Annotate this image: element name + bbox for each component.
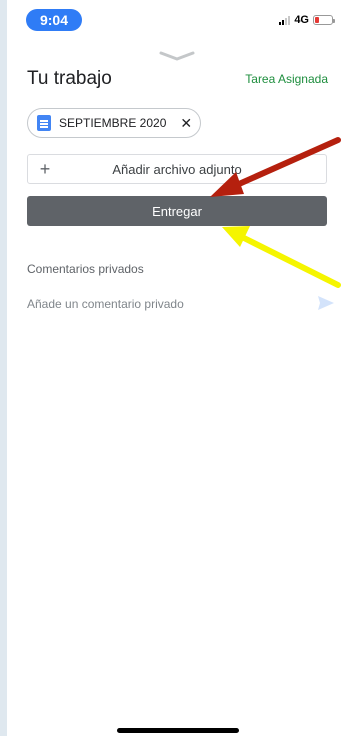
send-icon[interactable]	[317, 295, 335, 311]
add-attachment-label: Añadir archivo adjunto	[112, 161, 242, 177]
network-label: 4G	[294, 14, 309, 26]
page-title: Tu trabajo	[27, 68, 112, 89]
screen: 9:04 4G Tu trabajo Tarea Asignada SEPTIE…	[7, 0, 341, 736]
add-attachment-button[interactable]: + Añadir archivo adjunto	[27, 154, 327, 184]
signal-icon	[279, 15, 291, 25]
status-icons: 4G	[279, 14, 335, 26]
plus-icon: +	[39, 158, 51, 179]
collapse-handle-icon[interactable]	[159, 50, 195, 62]
document-icon	[37, 115, 51, 131]
battery-icon	[313, 15, 335, 25]
remove-attachment-icon[interactable]: ✕	[180, 115, 192, 132]
attachment-chip[interactable]: SEPTIEMBRE 2020 ✕	[27, 108, 201, 138]
private-comments-title: Comentarios privados	[27, 262, 144, 276]
attachment-name: SEPTIEMBRE 2020	[59, 116, 167, 130]
home-indicator	[117, 728, 239, 733]
submit-button[interactable]: Entregar	[27, 196, 327, 226]
assignment-status: Tarea Asignada	[245, 72, 328, 86]
status-time: 9:04	[26, 9, 82, 31]
private-comment-input[interactable]: Añade un comentario privado	[27, 297, 184, 311]
